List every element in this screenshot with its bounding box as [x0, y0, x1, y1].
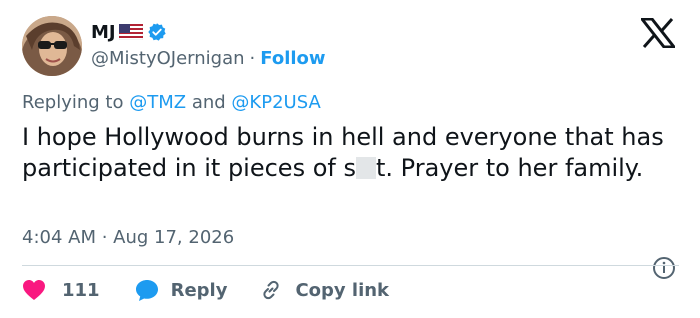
mention-link[interactable]: @KP2USA — [231, 92, 320, 113]
replying-conjunction: and — [191, 92, 226, 113]
author-handle[interactable]: @MistyOJernigan — [91, 48, 245, 69]
verified-badge-icon — [147, 23, 166, 41]
info-icon[interactable] — [652, 256, 676, 280]
avatar-image — [22, 16, 82, 76]
follow-button[interactable]: Follow — [260, 48, 325, 69]
x-logo-icon[interactable] — [641, 18, 675, 48]
speech-bubble-icon — [135, 279, 158, 301]
action-bar: 111 Reply Copy link — [22, 277, 389, 303]
reply-context: Replying to @TMZ and @KP2USA — [22, 92, 321, 113]
tweet-text-part: t. Prayer to her family. — [375, 154, 644, 182]
replying-prefix: Replying to — [22, 92, 124, 113]
author-name[interactable]: MJ — [91, 22, 116, 43]
author-name-row: MJ — [91, 20, 167, 44]
like-count: 111 — [62, 279, 100, 301]
heart-icon — [23, 280, 45, 300]
copy-link-label: Copy link — [295, 279, 390, 301]
reply-label: Reply — [170, 279, 228, 301]
copy-link-button[interactable]: Copy link — [259, 278, 389, 302]
tweet-text: I hope Hollywood burns in hell and every… — [22, 122, 682, 184]
us-flag-icon — [118, 24, 143, 40]
divider — [22, 265, 679, 266]
like-button[interactable]: 111 — [22, 279, 100, 301]
author-handle-row: @MistyOJernigan · Follow — [91, 48, 326, 69]
reply-button[interactable]: Reply — [135, 279, 228, 302]
mention-link[interactable]: @TMZ — [129, 92, 186, 113]
censor-block — [355, 157, 376, 179]
link-icon — [263, 280, 280, 300]
separator-dot: · — [249, 48, 256, 69]
tweet-timestamp[interactable]: 4:04 AM · Aug 17, 2026 — [22, 227, 234, 248]
avatar[interactable] — [22, 16, 82, 76]
